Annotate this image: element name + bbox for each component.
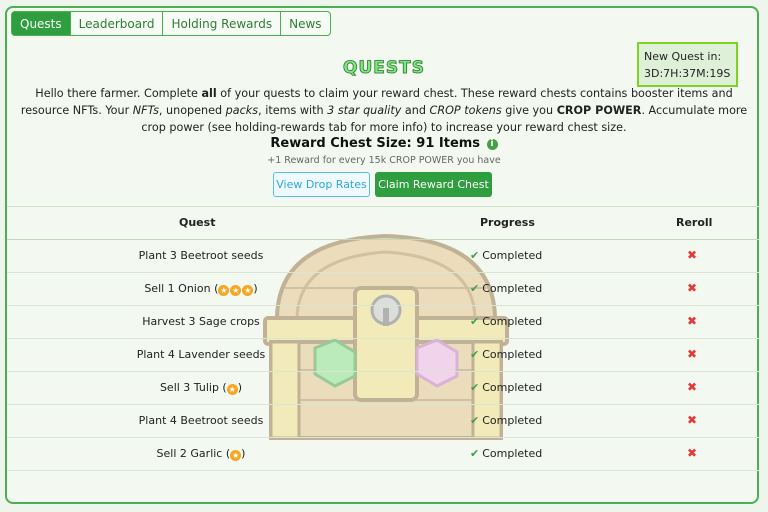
intro-italic: 3 star quality (327, 104, 402, 117)
table-row: Harvest 3 Sage crops ✔ Completed ✖ (7, 306, 759, 339)
reroll-icon[interactable]: ✖ (687, 446, 697, 460)
checkmark-icon: ✔ (470, 447, 480, 460)
checkmark-icon: ✔ (470, 414, 480, 427)
quest-name: Plant 4 Beetroot seeds (138, 414, 264, 427)
progress-status: Completed (482, 282, 543, 295)
progress-status: Completed (482, 249, 543, 262)
progress-cell: ✔ Completed (470, 348, 542, 361)
quest-cell: Sell 1 Onion (★ ★ ★) (144, 282, 258, 296)
intro-italic: NFTs (132, 104, 159, 117)
reroll-icon[interactable]: ✖ (687, 314, 697, 328)
table-row: Plant 3 Beetroot seeds ✔ Completed ✖ (7, 240, 759, 273)
quest-name: Sell 2 Garlic (156, 447, 223, 460)
quest-cell: Harvest 3 Sage crops (7, 315, 395, 328)
tab-holding-rewards[interactable]: Holding Rewards (163, 11, 282, 36)
progress-cell: ✔ Completed (470, 315, 542, 328)
row-divider (7, 470, 759, 471)
quest-name: Plant 4 Lavender seeds (136, 348, 266, 361)
checkmark-icon: ✔ (470, 315, 480, 328)
reward-chest-size-label: Reward Chest Size: 91 Items (270, 136, 481, 151)
claim-reward-chest-button[interactable]: Claim Reward Chest (375, 172, 492, 197)
reroll-icon[interactable]: ✖ (687, 248, 697, 262)
intro-bold: all (201, 87, 217, 100)
tab-news[interactable]: News (281, 11, 331, 36)
intro-italic: packs (225, 104, 259, 117)
progress-cell: ✔ Completed (470, 414, 542, 427)
column-header-progress: Progress (480, 216, 535, 229)
table-top-rule (7, 206, 759, 207)
intro-bold: CROP POWER (556, 104, 642, 117)
star-quality-icon: ★ (218, 285, 230, 296)
intro-text: , unopened (158, 104, 226, 117)
tab-quests[interactable]: Quests (11, 11, 71, 36)
quest-name: Sell 3 Tulip (159, 381, 219, 394)
progress-cell: ✔ Completed (470, 381, 542, 394)
intro-italic: CROP tokens (429, 104, 502, 117)
reward-chest-size: Reward Chest Size: 91 Items i (0, 136, 768, 151)
column-header-reroll: Reroll (676, 216, 713, 229)
column-header-quest: Quest (179, 216, 216, 229)
new-quest-timer-box: New Quest in: 3D:7H:37M:19S (637, 42, 738, 87)
quest-cell: Plant 3 Beetroot seeds (7, 249, 395, 262)
checkmark-icon: ✔ (470, 381, 480, 394)
progress-cell: ✔ Completed (470, 282, 542, 295)
table-row: Sell 1 Onion (★ ★ ★) ✔ Completed ✖ (7, 273, 759, 306)
progress-status: Completed (482, 447, 543, 460)
intro-text: , items with (258, 104, 328, 117)
star-quality-icon: ★ (226, 384, 238, 395)
progress-status: Completed (482, 315, 543, 328)
reroll-icon[interactable]: ✖ (687, 281, 697, 295)
intro-text: Hello there farmer. Complete (35, 87, 202, 100)
tab-leaderboard[interactable]: Leaderboard (70, 11, 164, 36)
checkmark-icon: ✔ (470, 348, 480, 361)
star-quality-icon: ★ (230, 285, 242, 296)
reroll-icon[interactable]: ✖ (687, 380, 697, 394)
tab-bar: Quests Leaderboard Holding Rewards News (11, 11, 331, 36)
table-row: Sell 2 Garlic (★) ✔ Completed ✖ (7, 438, 759, 471)
intro-text: and (401, 104, 430, 117)
quest-cell: Sell 2 Garlic (★) (156, 447, 246, 461)
new-quest-timer: 3D:7H:37M:19S (644, 67, 731, 80)
new-quest-label: New Quest in: (644, 50, 722, 63)
reroll-icon[interactable]: ✖ (687, 413, 697, 427)
progress-status: Completed (482, 348, 543, 361)
quest-name: Sell 1 Onion (144, 282, 211, 295)
checkmark-icon: ✔ (470, 282, 480, 295)
quest-cell: Sell 3 Tulip (★) (159, 381, 243, 395)
table-row: Plant 4 Lavender seeds ✔ Completed ✖ (7, 339, 759, 372)
info-icon[interactable]: i (486, 139, 498, 150)
quest-name: Plant 3 Beetroot seeds (138, 249, 264, 262)
progress-status: Completed (482, 381, 543, 394)
checkmark-icon: ✔ (470, 249, 480, 262)
view-drop-rates-button[interactable]: View Drop Rates (273, 172, 370, 197)
quest-cell: Plant 4 Beetroot seeds (7, 414, 395, 427)
reward-chest-note: +1 Reward for every 15k CROP POWER you h… (267, 155, 501, 166)
table-row: Plant 4 Beetroot seeds ✔ Completed ✖ (7, 405, 759, 438)
progress-cell: ✔ Completed (470, 249, 542, 262)
intro-text: give you (501, 104, 557, 117)
quest-name: Harvest 3 Sage crops (142, 315, 260, 328)
progress-status: Completed (482, 414, 543, 427)
reroll-icon[interactable]: ✖ (687, 347, 697, 361)
quest-cell: Plant 4 Lavender seeds (7, 348, 395, 361)
quest-intro-text: Hello there farmer. Complete all of your… (18, 85, 750, 136)
star-quality-icon: ★ (230, 450, 242, 461)
star-quality-icon: ★ (242, 285, 254, 296)
table-row: Sell 3 Tulip (★) ✔ Completed ✖ (7, 372, 759, 405)
progress-cell: ✔ Completed (470, 447, 542, 460)
